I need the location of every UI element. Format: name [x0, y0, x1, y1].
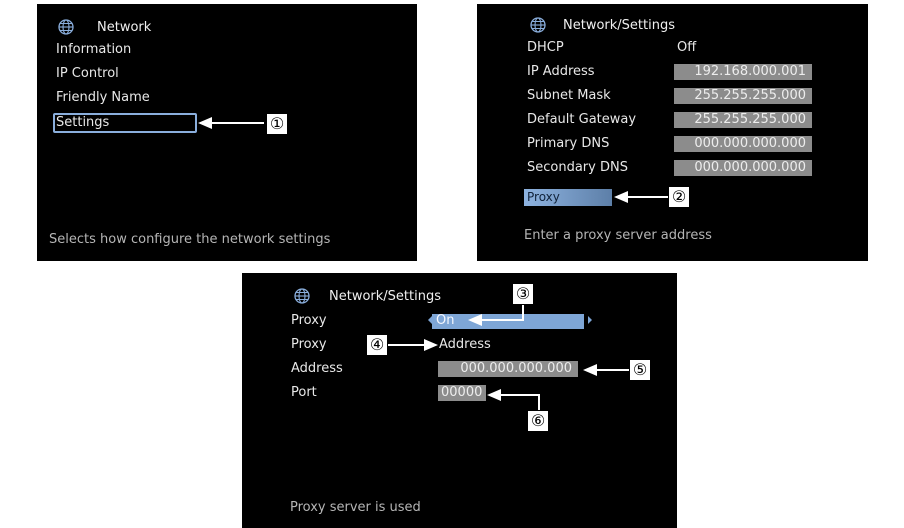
port-field[interactable]: 00000: [438, 385, 486, 401]
dhcp-label: DHCP: [527, 40, 564, 55]
default-gateway-label: Default Gateway: [527, 112, 637, 127]
globe-icon: [530, 17, 546, 33]
secondary-dns-field[interactable]: 000.000.000.000: [674, 160, 812, 176]
ip-address-label: IP Address: [527, 64, 595, 79]
address-label: Address: [291, 361, 343, 376]
right-arrow-icon[interactable]: [588, 316, 592, 324]
primary-dns-field[interactable]: 000.000.000.000: [674, 136, 812, 152]
callout-6: ⑥: [527, 410, 549, 432]
page-title: Network: [97, 20, 152, 35]
ip-address-field[interactable]: 192.168.000.001: [674, 64, 812, 80]
page-title: Network/Settings: [329, 289, 441, 304]
left-arrow-icon[interactable]: [428, 316, 432, 324]
primary-dns-label: Primary DNS: [527, 136, 610, 151]
default-gateway-field[interactable]: 255.255.255.000: [674, 112, 812, 128]
callout-2: ②: [668, 186, 690, 208]
page-title: Network/Settings: [563, 18, 675, 33]
menu-item-settings[interactable]: Settings: [56, 114, 109, 132]
subnet-mask-field[interactable]: 255.255.255.000: [674, 88, 812, 104]
proxy-menu-item-selected[interactable]: Proxy: [524, 189, 612, 206]
proxy-selector[interactable]: [432, 314, 584, 329]
status-help-text: Proxy server is used: [290, 500, 421, 515]
network-settings-screen: Network/Settings DHCP Off IP Address 192…: [477, 4, 868, 261]
proxy-settings-screen: Network/Settings Proxy On Proxy Address …: [242, 273, 677, 528]
callout-3: ③: [512, 283, 534, 305]
proxy-label: Proxy: [291, 313, 327, 328]
port-label: Port: [291, 385, 317, 400]
globe-icon: [294, 288, 310, 304]
globe-icon: [58, 19, 74, 35]
subnet-mask-label: Subnet Mask: [527, 88, 611, 103]
status-help-text: Enter a proxy server address: [524, 228, 712, 243]
secondary-dns-label: Secondary DNS: [527, 160, 628, 175]
proxy-mode-label: Proxy: [291, 337, 327, 352]
callout-5: ⑤: [629, 359, 651, 381]
callout-4: ④: [366, 334, 388, 356]
dhcp-value[interactable]: Off: [677, 39, 696, 57]
menu-item-friendly-name[interactable]: Friendly Name: [56, 89, 150, 107]
menu-item-information[interactable]: Information: [56, 41, 131, 59]
callout-1: ①: [266, 113, 288, 135]
status-help-text: Selects how configure the network settin…: [49, 232, 331, 247]
proxy-value: On: [436, 313, 455, 328]
menu-item-ip-control[interactable]: IP Control: [56, 65, 119, 83]
proxy-mode-value[interactable]: Address: [439, 336, 491, 354]
address-field[interactable]: 000.000.000.000: [438, 361, 578, 377]
network-menu-screen: Network Information IP Control Friendly …: [37, 4, 417, 261]
